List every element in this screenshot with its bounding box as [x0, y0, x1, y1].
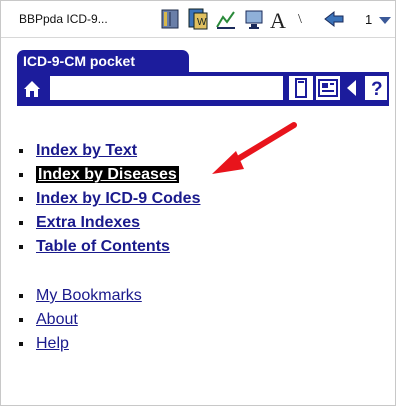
- tab-icd9-pocket[interactable]: ICD-9-CM pocket: [17, 50, 189, 72]
- main-menu: Index by Text Index by Diseases Index by…: [19, 139, 200, 259]
- page-count: 1: [365, 12, 373, 27]
- list-item: About: [19, 308, 142, 332]
- help-link[interactable]: Help: [36, 335, 69, 352]
- bullet: [19, 245, 23, 249]
- list-item: Extra Indexes: [19, 211, 200, 235]
- svg-text:W: W: [197, 17, 207, 28]
- index-by-text-link[interactable]: Index by Text: [36, 142, 137, 159]
- table-of-contents-link[interactable]: Table of Contents: [36, 238, 170, 255]
- svg-text:\: \: [298, 12, 302, 27]
- list-item: Index by Diseases: [19, 163, 200, 187]
- extra-indexes-link[interactable]: Extra Indexes: [36, 214, 140, 231]
- bookmark-icon[interactable]: [289, 76, 313, 100]
- index-by-icd9-codes-link[interactable]: Index by ICD-9 Codes: [36, 190, 200, 207]
- list-item: Index by Text: [19, 139, 200, 163]
- font-icon[interactable]: A: [269, 7, 291, 31]
- my-bookmarks-link[interactable]: My Bookmarks: [36, 287, 142, 304]
- annotation-arrow-icon: [212, 122, 297, 174]
- svg-text:?: ?: [371, 79, 383, 100]
- bullet: [19, 342, 23, 346]
- chevron-down-icon[interactable]: [379, 17, 391, 24]
- help-icon[interactable]: ?: [365, 76, 387, 100]
- tb-icon-7[interactable]: \: [298, 7, 320, 31]
- toolbar: ?: [17, 72, 389, 106]
- dictionary-icon[interactable]: W: [187, 7, 209, 31]
- chart-icon[interactable]: [215, 7, 237, 31]
- book-icon[interactable]: [159, 7, 181, 31]
- bullet: [19, 221, 23, 225]
- monitor-icon[interactable]: [243, 7, 265, 31]
- app-window: BBPpda ICD-9... W A \ 1 ICD-9-CM pocket: [0, 0, 396, 406]
- bullet: [19, 149, 23, 153]
- index-by-diseases-link[interactable]: Index by Diseases: [36, 166, 179, 183]
- list-item: Index by ICD-9 Codes: [19, 187, 200, 211]
- about-link[interactable]: About: [36, 311, 78, 328]
- bullet: [19, 173, 23, 177]
- list-item: Table of Contents: [19, 235, 200, 259]
- card-icon[interactable]: [316, 76, 340, 100]
- bullet: [19, 294, 23, 298]
- home-icon[interactable]: [22, 79, 42, 99]
- back-arrow-icon[interactable]: [323, 7, 345, 31]
- back-icon[interactable]: [341, 76, 365, 100]
- title-bar: BBPpda ICD-9... W A \ 1: [1, 1, 395, 38]
- svg-text:A: A: [270, 8, 286, 31]
- list-item: My Bookmarks: [19, 284, 142, 308]
- bullet: [19, 197, 23, 201]
- list-item: Help: [19, 332, 142, 356]
- bullet: [19, 318, 23, 322]
- app-title[interactable]: BBPpda ICD-9...: [19, 12, 108, 26]
- secondary-menu: My Bookmarks About Help: [19, 284, 142, 356]
- search-input[interactable]: [50, 76, 283, 100]
